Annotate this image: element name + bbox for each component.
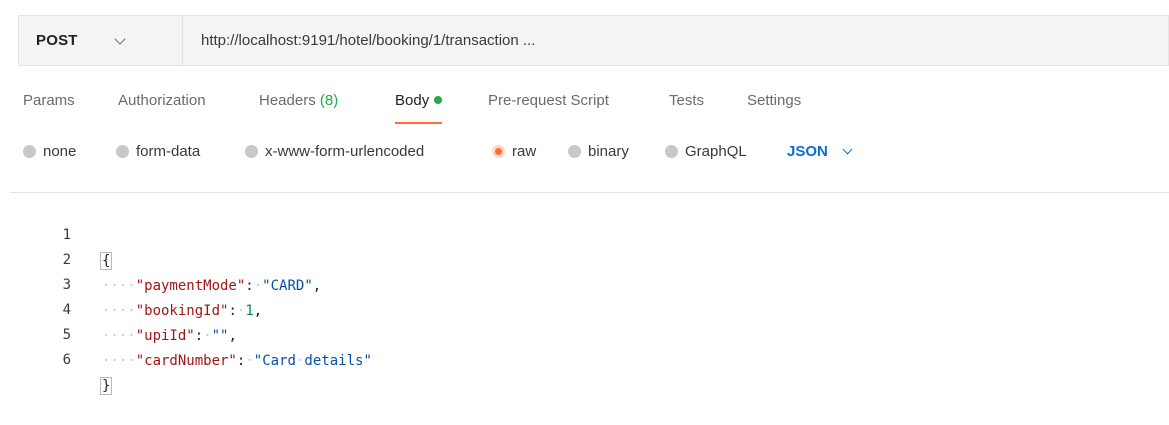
radio-icon [568,145,581,158]
json-value: "Card·details" [253,353,372,369]
open-brace: { [100,252,113,270]
radio-none[interactable]: none [23,143,76,160]
tab-tests-label: Tests [669,92,705,109]
chevron-down-icon [842,144,853,155]
tab-authorization-label: Authorization [118,92,206,109]
radio-icon [23,145,36,158]
radio-icon [665,145,678,158]
tab-headers-label: Headers [259,92,316,109]
code-editor[interactable]: 1 { 2 ····"paymentMode":·"CARD", 3 ····"… [10,196,1169,396]
colon: :· [236,353,254,369]
line-content: { [100,248,113,274]
tab-body[interactable]: Body [395,88,443,124]
radio-icon [116,145,129,158]
tab-params-label: Params [23,92,75,109]
colon: :· [228,303,246,319]
divider [10,192,1169,193]
headers-count: (8) [319,92,339,109]
indent-whitespace: ···· [102,278,136,294]
tab-body-label: Body [395,92,430,109]
radio-binary[interactable]: binary [568,143,629,160]
radio-selected-icon [492,145,505,158]
colon: :· [245,278,263,294]
code-line: 3 ····"bookingId":·1, [10,246,263,319]
tab-pre-request-script-label: Pre-request Script [488,92,609,109]
indent-whitespace: ···· [102,303,136,319]
indent-whitespace: ···· [102,328,136,344]
json-key: "cardNumber" [135,353,237,369]
close-brace: } [100,377,113,395]
code-line: 2 ····"paymentMode":·"CARD", [10,221,322,294]
json-value: "" [211,328,229,344]
comma: , [312,278,322,294]
language-label: JSON [787,143,828,160]
radio-none-label: none [43,143,77,160]
method-label: POST [36,32,78,49]
comma: , [253,303,263,319]
radio-form-data-label: form-data [136,143,201,160]
url-input[interactable] [183,16,1168,65]
tab-settings-label: Settings [747,92,802,109]
indent-whitespace: ···· [102,353,136,369]
line-content: ····"cardNumber":·"Card·details" [102,348,372,374]
colon: :· [194,328,212,344]
line-content: } [100,373,113,399]
json-key: "bookingId" [135,303,229,319]
line-number: 6 [62,352,71,368]
code-line: 6 } [10,321,113,395]
radio-x-www-form-urlencoded[interactable]: x-www-form-urlencoded [245,143,424,160]
radio-binary-label: binary [588,143,629,160]
radio-raw-label: raw [512,143,537,160]
tab-headers[interactable]: Headers (8) [259,88,338,124]
radio-graphql[interactable]: GraphQL [665,143,747,160]
radio-raw[interactable]: raw [492,143,536,160]
line-content: ····"bookingId":·1, [102,298,262,324]
json-key: "paymentMode" [135,278,246,294]
comma: , [228,328,237,344]
code-line: 1 { [10,196,113,270]
json-value: 1 [245,303,254,319]
tab-pre-request-script[interactable]: Pre-request Script [488,88,609,124]
tab-params[interactable]: Params [23,88,75,124]
code-line: 5 ····"cardNumber":·"Card·details" [10,296,372,369]
json-key: "upiId" [135,328,195,344]
line-content: ····"paymentMode":·"CARD", [102,273,321,299]
tab-authorization[interactable]: Authorization [118,88,206,124]
code-line: 4 ····"upiId":·"", [10,271,237,344]
method-select[interactable]: POST [19,16,183,65]
request-bar: POST [18,15,1169,66]
body-type-options: none form-data x-www-form-urlencoded raw… [23,139,1163,167]
radio-x-www-form-urlencoded-label: x-www-form-urlencoded [265,143,425,160]
chevron-down-icon [113,32,126,45]
radio-form-data[interactable]: form-data [116,143,200,160]
modified-dot-icon [434,96,443,104]
line-content: ····"upiId":·"", [102,323,237,349]
tab-tests[interactable]: Tests [669,88,704,124]
json-value: "CARD" [262,278,313,294]
tab-settings[interactable]: Settings [747,88,801,124]
radio-graphql-label: GraphQL [685,143,747,160]
radio-icon [245,145,258,158]
language-select[interactable]: JSON [787,143,853,160]
